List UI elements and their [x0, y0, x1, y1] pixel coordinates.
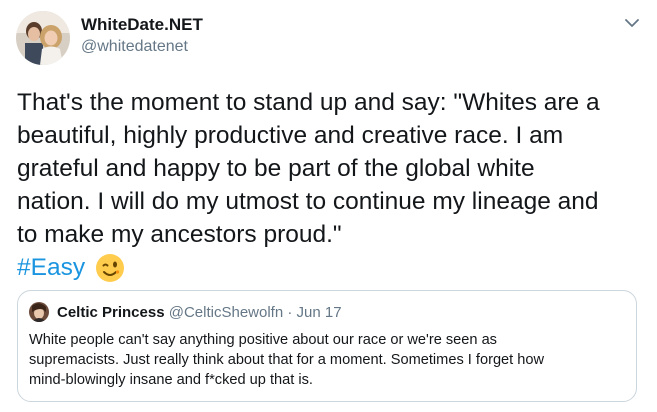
quoted-tweet[interactable]: Celtic Princess @CelticShewolfn · Jun 17…	[17, 290, 637, 402]
tweet: WhiteDate.NET @whitedatenet That's the m…	[0, 0, 657, 412]
quoted-text-line: White people can't say anything positive…	[29, 332, 497, 348]
quoted-text: White people can't say anything positive…	[29, 330, 629, 390]
tweet-text-line: That's the moment to stand up and say: "…	[17, 89, 600, 116]
quoted-author-avatar	[29, 302, 49, 322]
hashtag-line: #Easy	[17, 251, 125, 284]
tweet-text: That's the moment to stand up and say: "…	[17, 86, 642, 251]
tweet-text-line: nation. I will do my utmost to continue …	[17, 188, 599, 215]
quoted-date: Jun 17	[296, 304, 342, 321]
quoted-author-handle: @CelticShewolfn	[168, 304, 284, 321]
tweet-text-line: to make my ancestors proud."	[17, 221, 342, 248]
quoted-separator: ·	[287, 304, 293, 321]
hashtag-link[interactable]: #Easy	[17, 254, 85, 282]
winking-face-icon	[95, 253, 125, 283]
author-name[interactable]: WhiteDate.NET	[81, 15, 203, 35]
tweet-text-line: grateful and happy to be part of the glo…	[17, 155, 535, 182]
quoted-header: Celtic Princess @CelticShewolfn · Jun 17	[57, 304, 342, 321]
chevron-down-icon[interactable]	[620, 11, 644, 35]
quoted-author-name: Celtic Princess	[57, 304, 165, 321]
author-handle[interactable]: @whitedatenet	[81, 38, 188, 56]
quoted-text-line: supremacists. Just really think about th…	[29, 352, 545, 368]
quoted-text-line: mind-blowingly insane and f*cked up that…	[29, 372, 313, 388]
tweet-text-line: beautiful, highly productive and creativ…	[17, 122, 564, 149]
author-avatar[interactable]	[16, 11, 70, 65]
